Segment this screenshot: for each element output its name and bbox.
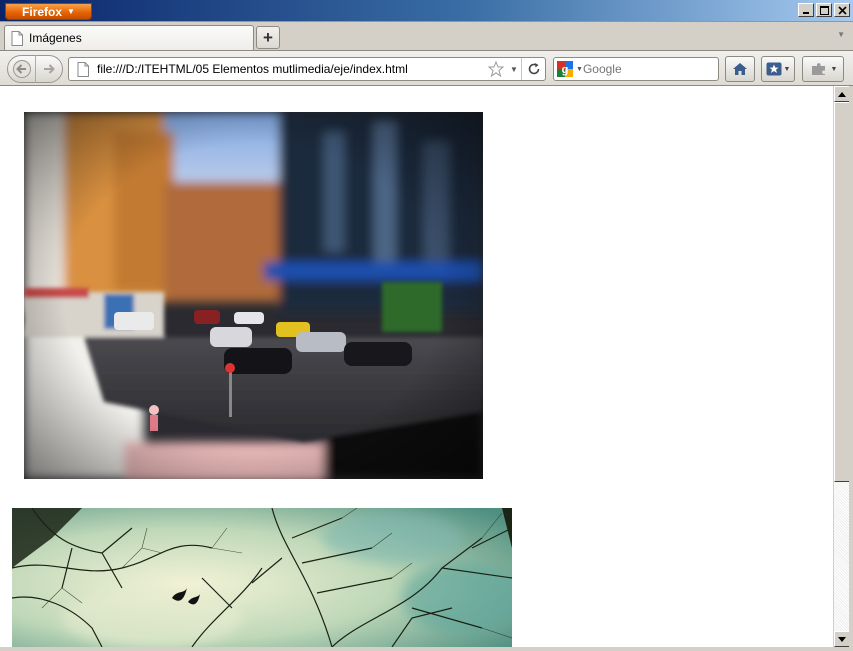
back-forward-group xyxy=(7,55,63,83)
addon-puzzle-icon xyxy=(811,63,825,75)
window-frame-bottom xyxy=(0,647,853,651)
bookmarks-button[interactable]: ▼ xyxy=(761,56,795,82)
city-street-photo xyxy=(24,112,483,479)
tab-list-chevron-icon[interactable]: ▼ xyxy=(837,30,845,39)
forward-arrow-icon xyxy=(44,64,55,74)
new-tab-button[interactable]: + xyxy=(256,26,280,49)
back-button[interactable] xyxy=(8,55,36,83)
home-icon xyxy=(733,63,747,75)
google-icon: g xyxy=(557,61,573,77)
window-frame-right xyxy=(849,86,853,651)
bookmarks-star-icon xyxy=(766,62,782,76)
chevron-down-icon: ▼ xyxy=(67,7,75,16)
firefox-menu-button[interactable]: Firefox ▼ xyxy=(5,3,92,20)
site-identity-icon[interactable] xyxy=(69,61,97,77)
search-engine-selector[interactable]: g ▼ xyxy=(554,61,583,77)
city-street-image xyxy=(24,112,483,479)
url-history-chevron-icon[interactable]: ▼ xyxy=(507,65,521,74)
scrollbar-thumb[interactable] xyxy=(834,102,850,482)
url-text[interactable]: file:///D:/ITEHTML/05 Elementos mutlimed… xyxy=(97,62,485,76)
reload-icon xyxy=(528,63,539,75)
tab-imagenes[interactable]: Imágenes xyxy=(4,25,254,50)
svg-text:g: g xyxy=(562,64,569,76)
url-bar[interactable]: file:///D:/ITEHTML/05 Elementos mutlimed… xyxy=(68,57,546,81)
vertical-scrollbar[interactable] xyxy=(833,86,850,647)
search-bar[interactable]: g ▼ xyxy=(553,57,752,81)
tab-strip: Imágenes + ▼ xyxy=(0,22,853,50)
scroll-down-button[interactable] xyxy=(834,631,850,647)
firefox-menu-label: Firefox xyxy=(22,4,63,19)
addon-button[interactable]: ▼ xyxy=(802,56,844,82)
minimize-button[interactable] xyxy=(798,3,814,17)
tab-label: Imágenes xyxy=(29,31,82,45)
bookmark-star-icon[interactable] xyxy=(485,61,507,77)
close-icon xyxy=(837,5,847,15)
maximize-button[interactable] xyxy=(816,3,832,17)
back-arrow-icon xyxy=(12,60,31,78)
chevron-down-icon: ▼ xyxy=(783,65,791,73)
minimize-icon xyxy=(803,12,809,14)
tree-branches-photo xyxy=(12,508,512,647)
search-input[interactable] xyxy=(582,62,738,76)
arrow-down-icon xyxy=(838,636,846,642)
tree-branches-image xyxy=(12,508,512,647)
chevron-down-icon: ▼ xyxy=(576,65,583,73)
page-icon xyxy=(77,61,89,77)
maximize-icon xyxy=(819,5,829,15)
navigation-toolbar: file:///D:/ITEHTML/05 Elementos mutlimed… xyxy=(0,50,853,86)
forward-button[interactable] xyxy=(36,56,62,82)
close-button[interactable] xyxy=(834,3,850,17)
page-icon xyxy=(11,30,23,46)
plus-icon: + xyxy=(263,27,273,47)
page-content xyxy=(0,86,833,647)
arrow-up-icon xyxy=(838,91,846,97)
scroll-up-button[interactable] xyxy=(834,86,850,102)
reload-button[interactable] xyxy=(521,58,545,80)
home-button[interactable] xyxy=(725,56,755,82)
window-title-bar: Firefox ▼ xyxy=(0,0,853,22)
window-controls xyxy=(798,3,850,17)
chevron-down-icon: ▼ xyxy=(830,65,838,73)
